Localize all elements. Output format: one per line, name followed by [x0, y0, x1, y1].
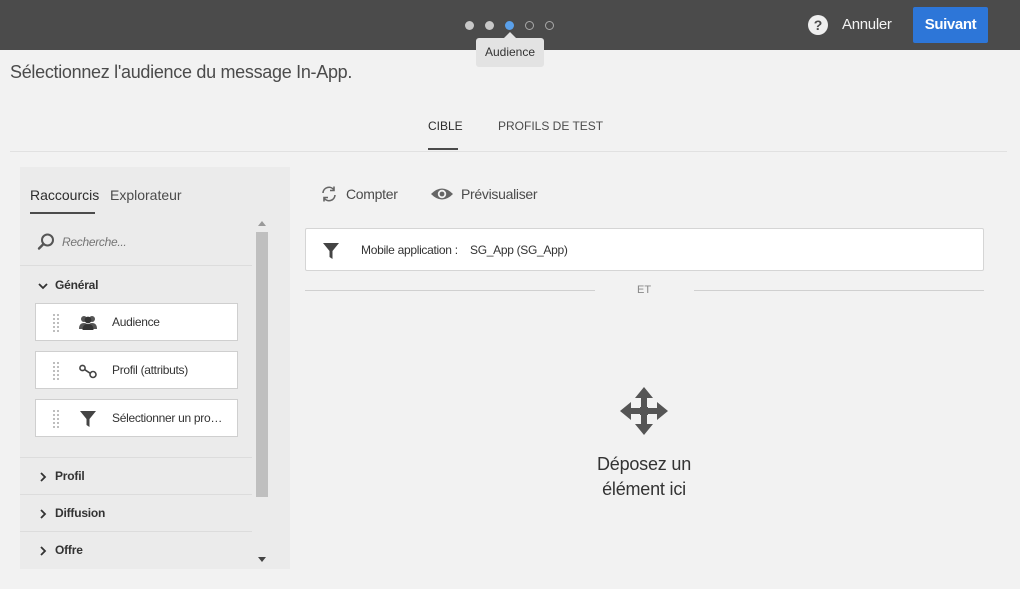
profile-attributes-icon — [79, 364, 97, 379]
palette-panel: Raccourcis Explorateur Général Audience — [20, 167, 290, 569]
palette-tab-explorer[interactable]: Explorateur — [110, 187, 182, 203]
chevron-right-icon — [40, 546, 47, 556]
section-profil-label: Profil — [55, 469, 85, 483]
palette-scrollbar[interactable] — [255, 217, 269, 569]
search-input[interactable] — [62, 232, 242, 252]
drag-handle-icon — [53, 314, 59, 332]
palette-item-audience[interactable]: Audience — [35, 303, 238, 341]
section-diffusion[interactable]: Diffusion — [20, 495, 252, 532]
drop-zone-text[interactable]: Déposez un élément ici — [560, 452, 728, 502]
next-button[interactable]: Suivant — [913, 7, 988, 43]
section-profil[interactable]: Profil — [20, 458, 252, 495]
count-button[interactable]: Compter — [320, 184, 405, 206]
tab-cible[interactable]: CIBLE — [428, 119, 463, 133]
page-title: Sélectionnez l'audience du message In-Ap… — [10, 62, 353, 82]
cancel-button[interactable]: Annuler — [842, 14, 892, 36]
step-dot-4[interactable] — [525, 21, 534, 30]
operator-line-left — [305, 290, 595, 291]
query-condition-row[interactable]: Mobile application : SG_App (SG_App) — [305, 228, 984, 271]
tab-profils-de-test[interactable]: PROFILS DE TEST — [498, 119, 603, 133]
help-icon[interactable]: ? — [808, 15, 828, 35]
section-general-label: Général — [55, 278, 99, 292]
palette-tab-shortcuts[interactable]: Raccourcis — [30, 187, 99, 203]
drag-handle-icon — [53, 362, 59, 380]
move-icon — [620, 387, 668, 435]
palette-tab-indicator — [30, 212, 95, 214]
step-dot-5[interactable] — [545, 21, 554, 30]
count-label: Compter — [346, 186, 398, 202]
query-field-label: Mobile application : — [361, 243, 458, 257]
active-tab-indicator — [428, 148, 458, 150]
chevron-right-icon — [40, 509, 47, 519]
palette-item-select-profile[interactable]: Sélectionner un pro… — [35, 399, 238, 437]
section-general[interactable]: Général — [20, 267, 252, 304]
drop-zone-line-1: Déposez un — [596, 454, 692, 474]
drop-zone-line-2: élément ici — [602, 479, 686, 499]
search-icon — [37, 233, 54, 250]
operator-line-right — [694, 290, 984, 291]
operator-label: ET — [637, 284, 652, 296]
tabs-divider — [10, 151, 1007, 152]
scroll-down-arrow[interactable] — [258, 557, 266, 562]
section-diffusion-label: Diffusion — [55, 506, 106, 520]
scroll-up-arrow[interactable] — [258, 221, 266, 226]
chevron-right-icon — [40, 472, 47, 482]
audience-icon — [79, 316, 97, 330]
preview-button[interactable]: Prévisualiser — [430, 184, 545, 206]
step-tooltip: Audience — [476, 32, 544, 67]
palette-item-label: Sélectionner un pro… — [112, 411, 223, 425]
refresh-icon — [322, 186, 336, 202]
drag-handle-icon — [53, 410, 59, 428]
query-field-value: SG_App (SG_App) — [470, 243, 568, 257]
palette-item-label: Audience — [112, 315, 160, 329]
palette-search — [20, 222, 252, 266]
step-dot-1[interactable] — [465, 21, 474, 30]
palette-item-label: Profil (attributs) — [112, 363, 188, 377]
section-offre-label: Offre — [55, 543, 83, 557]
filter-icon — [80, 411, 96, 427]
scroll-thumb[interactable] — [256, 232, 268, 497]
eye-icon — [431, 188, 453, 200]
chevron-down-icon — [38, 283, 48, 290]
section-offre[interactable]: Offre — [20, 532, 252, 569]
filter-icon — [323, 243, 339, 259]
step-dot-3[interactable] — [505, 21, 514, 30]
step-dot-2[interactable] — [485, 21, 494, 30]
preview-label: Prévisualiser — [461, 186, 538, 202]
palette-item-profile-attributes[interactable]: Profil (attributs) — [35, 351, 238, 389]
